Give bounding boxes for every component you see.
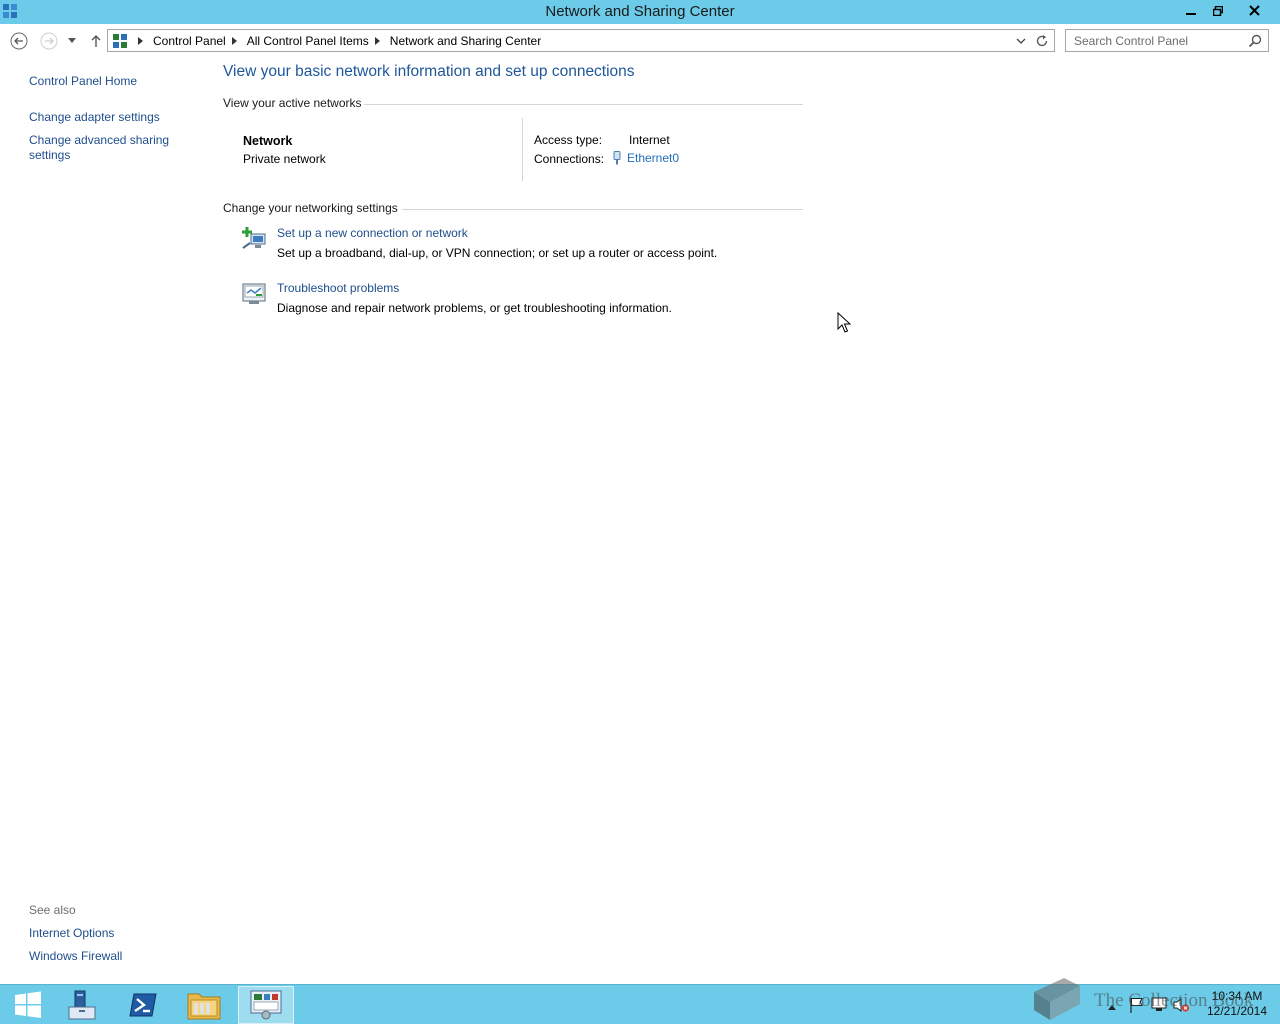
file-explorer-button[interactable] — [176, 986, 232, 1024]
title-bar: Network and Sharing Center — [0, 0, 1280, 24]
refresh-button[interactable] — [1034, 33, 1050, 49]
breadcrumb-separator-icon[interactable] — [138, 37, 143, 45]
breadcrumb-separator-icon[interactable] — [374, 37, 380, 45]
network-divider — [522, 118, 523, 181]
page-title: View your basic network information and … — [223, 63, 635, 80]
search-icon[interactable] — [1248, 34, 1262, 48]
change-advanced-sharing-settings-link[interactable]: Change advanced sharing settings — [29, 133, 179, 163]
minimize-button[interactable] — [1177, 0, 1204, 21]
control-panel-icon — [113, 34, 127, 48]
access-type-value: Internet — [629, 133, 670, 147]
chevron-down-icon — [68, 38, 76, 43]
search-input[interactable] — [1074, 33, 1244, 49]
control-panel-icon — [250, 990, 282, 1020]
watermark-text: The Collection Book — [1094, 990, 1254, 1011]
mouse-cursor-icon — [837, 312, 851, 333]
forward-button[interactable] — [40, 32, 58, 50]
control-panel-taskbar-button[interactable] — [238, 986, 294, 1024]
access-type-label: Access type: — [534, 133, 603, 147]
address-history-button[interactable] — [1014, 34, 1028, 48]
powershell-icon — [129, 993, 157, 1017]
section-divider — [364, 104, 803, 105]
left-pane: Control Panel Home Change adapter settin… — [0, 57, 210, 982]
up-arrow-icon — [91, 35, 101, 47]
powershell-button[interactable] — [115, 986, 171, 1024]
breadcrumb-all-control-panel-items[interactable]: All Control Panel Items — [247, 34, 369, 48]
minimize-icon — [1185, 12, 1196, 15]
control-panel-home-link[interactable]: Control Panel Home — [29, 74, 189, 89]
network-type: Private network — [243, 152, 326, 166]
close-icon — [1248, 5, 1260, 16]
server-manager-button[interactable] — [54, 986, 110, 1024]
search-box[interactable] — [1065, 29, 1269, 52]
connections-label: Connections: — [534, 152, 605, 166]
set-up-new-connection-description: Set up a broadband, dial-up, or VPN conn… — [277, 246, 718, 260]
folder-icon — [187, 993, 221, 1020]
address-bar[interactable]: Control Panel All Control Panel Items Ne… — [107, 29, 1055, 52]
troubleshoot-problems-description: Diagnose and repair network problems, or… — [277, 301, 672, 315]
forward-arrow-icon — [40, 32, 58, 50]
book-logo-icon — [1034, 978, 1080, 1020]
internet-options-link[interactable]: Internet Options — [29, 926, 189, 941]
back-button[interactable] — [10, 32, 28, 50]
server-manager-icon — [68, 990, 96, 1020]
restore-button[interactable] — [1204, 0, 1231, 21]
breadcrumb-control-panel[interactable]: Control Panel — [153, 34, 226, 48]
chevron-down-icon — [1016, 38, 1026, 44]
ethernet-connection-link[interactable]: Ethernet0 — [612, 151, 679, 165]
section-divider — [402, 209, 803, 210]
troubleshoot-problems-link[interactable]: Troubleshoot problems — [277, 281, 399, 295]
navigation-bar: Control Panel All Control Panel Items Ne… — [0, 24, 1280, 57]
ethernet-icon — [613, 151, 621, 165]
set-up-new-connection-link[interactable]: Set up a new connection or network — [277, 226, 468, 240]
window-title: Network and Sharing Center — [545, 3, 735, 20]
windows-firewall-link[interactable]: Windows Firewall — [29, 949, 189, 964]
see-also-heading: See also — [29, 903, 76, 917]
breadcrumb-separator-icon[interactable] — [231, 37, 237, 45]
watermark: The Collection Book — [1028, 976, 1278, 1022]
change-adapter-settings-link[interactable]: Change adapter settings — [29, 110, 189, 125]
up-button[interactable] — [87, 32, 105, 50]
breadcrumb: Control Panel All Control Panel Items Ne… — [132, 34, 541, 48]
back-arrow-icon — [10, 32, 28, 50]
network-name: Network — [243, 134, 293, 148]
active-networks-heading: View your active networks — [223, 96, 362, 110]
breadcrumb-network-and-sharing-center[interactable]: Network and Sharing Center — [390, 34, 541, 48]
restore-icon — [1212, 5, 1223, 16]
new-connection-icon — [242, 227, 266, 249]
windows-logo-icon — [15, 991, 41, 1018]
close-button[interactable] — [1231, 0, 1277, 21]
networking-settings-heading: Change your networking settings — [223, 201, 398, 215]
recent-locations-button[interactable] — [66, 32, 78, 50]
ethernet-connection-label[interactable]: Ethernet0 — [627, 151, 679, 165]
refresh-icon — [1036, 35, 1048, 47]
start-button[interactable] — [0, 986, 56, 1024]
troubleshoot-icon — [242, 283, 266, 304]
